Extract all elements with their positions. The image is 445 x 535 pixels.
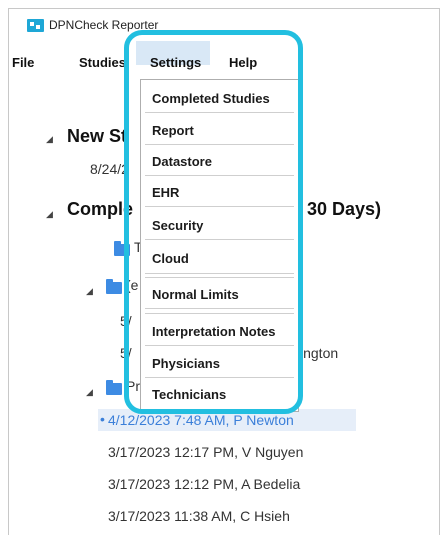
menu-separator	[145, 345, 294, 346]
menu-separator	[145, 377, 294, 378]
tree-node-completed-tail: 30 Days)	[307, 199, 382, 219]
menu-separator	[145, 239, 294, 240]
tree-folder-pr[interactable]: Pr	[126, 378, 140, 394]
menu-item-completed-studies[interactable]: Completed Studies	[141, 86, 298, 112]
menu-separator	[145, 206, 294, 207]
menu-settings[interactable]: Settings	[150, 55, 201, 70]
menu-file[interactable]: File	[12, 55, 34, 70]
menu-item-physicians[interactable]: Physicians	[141, 351, 298, 377]
folder-icon	[106, 380, 122, 395]
title-bar: DPNCheck Reporter	[9, 9, 439, 41]
tree-row[interactable]: 3/17/2023 11:38 AM, C Hsieh	[108, 508, 290, 524]
tree-node-completed[interactable]: Comple	[67, 199, 133, 220]
menu-separator	[145, 175, 294, 176]
selected-dot-icon: •	[100, 411, 105, 427]
menu-item-report[interactable]: Report	[141, 118, 298, 144]
tree-folder-ex[interactable]: (e	[126, 277, 138, 293]
tree-row-tail: ington	[300, 345, 339, 361]
tree-row[interactable]: 5/	[120, 345, 132, 361]
menu-separator	[145, 112, 294, 113]
menu-item-interpretation-notes[interactable]: Interpretation Notes	[141, 319, 298, 345]
menu-item-security[interactable]: Security	[141, 213, 298, 239]
collapse-arrow-icon[interactable]: ◢	[46, 209, 53, 220]
menu-help[interactable]: Help	[229, 55, 257, 70]
app-logo-icon	[27, 19, 44, 32]
tree-node-new-studies[interactable]: New St	[67, 126, 127, 147]
menu-separator	[145, 313, 294, 314]
collapse-arrow-icon[interactable]: ◢	[86, 387, 93, 398]
menu-item-ehr[interactable]: EHR	[141, 180, 298, 206]
collapse-arrow-icon[interactable]: ◢	[86, 286, 93, 297]
menu-item-normal-limits[interactable]: Normal Limits	[141, 282, 298, 308]
menu-separator	[145, 144, 294, 145]
collapse-arrow-icon[interactable]: ◢	[46, 134, 53, 145]
folder-icon	[106, 279, 122, 294]
folder-icon	[114, 241, 130, 256]
tree-row[interactable]: 3/17/2023 12:17 PM, V Nguyen	[108, 444, 303, 460]
menu-separator	[145, 273, 294, 274]
menu-separator	[145, 308, 294, 309]
window-title: DPNCheck Reporter	[49, 18, 159, 32]
menu-studies[interactable]: Studies	[79, 55, 126, 70]
tree-row[interactable]: 5/	[120, 313, 132, 329]
tree-row-new-study[interactable]: 8/24/2	[90, 161, 129, 177]
menu-item-cloud[interactable]: Cloud	[141, 246, 298, 272]
menu-item-datastore[interactable]: Datastore	[141, 149, 298, 175]
tree-row[interactable]: 3/17/2023 12:12 PM, A Bedelia	[108, 476, 300, 492]
menu-item-technicians[interactable]: Technicians	[141, 382, 298, 408]
settings-dropdown-menu: Completed Studies Report Datastore EHR S…	[140, 79, 299, 412]
menu-separator	[145, 277, 294, 278]
tree-row-selected[interactable]: 4/12/2023 7:48 AM, P Newton	[108, 412, 294, 428]
